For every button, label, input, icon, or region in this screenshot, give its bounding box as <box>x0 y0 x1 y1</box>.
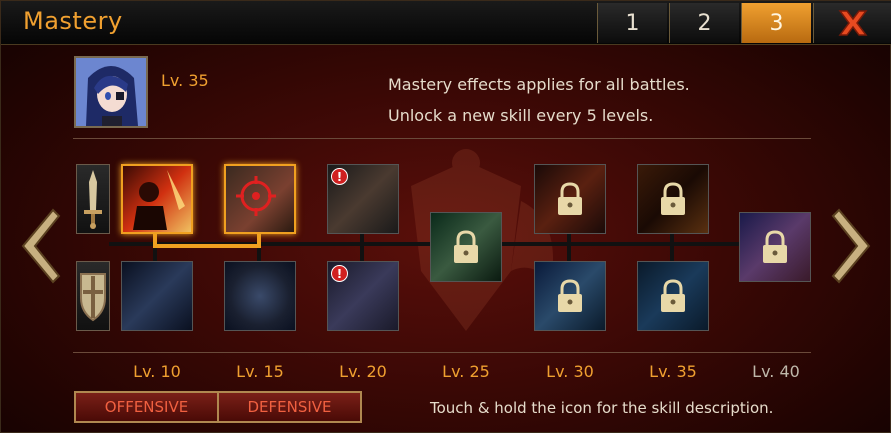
mode-toggle: OFFENSIVE DEFENSIVE <box>74 391 362 423</box>
level-label: Lv. 30 <box>546 362 594 381</box>
skill-locked-top-lv35[interactable] <box>637 164 709 234</box>
level-label: Lv. 10 <box>133 362 181 381</box>
skill-bottom-lv10[interactable] <box>121 261 193 331</box>
skill-locked-lv40[interactable] <box>739 212 811 282</box>
connector <box>567 234 571 262</box>
connector <box>670 234 674 262</box>
new-skill-alert-icon: ! <box>331 265 348 282</box>
new-skill-alert-icon: ! <box>331 168 348 185</box>
defensive-button[interactable]: DEFENSIVE <box>217 393 360 421</box>
lock-icon <box>661 279 685 312</box>
skill-bottom-lv15[interactable] <box>224 261 296 331</box>
level-label: Lv. 20 <box>339 362 387 381</box>
hint-text: Touch & hold the icon for the skill desc… <box>430 399 774 417</box>
lock-icon <box>454 230 478 263</box>
selected-path <box>153 244 261 248</box>
skill-top-lv15[interactable] <box>224 164 296 234</box>
offensive-row-icon <box>76 164 110 234</box>
tab-3[interactable]: 3 <box>741 3 811 43</box>
tab-2[interactable]: 2 <box>669 3 739 43</box>
defensive-row-icon <box>76 261 110 331</box>
tab-1[interactable]: 1 <box>597 3 667 43</box>
skill-bottom-lv20[interactable]: ! <box>327 261 399 331</box>
character-level: Lv. 35 <box>161 71 209 90</box>
shield-icon <box>80 273 106 322</box>
skill-top-lv20[interactable]: ! <box>327 164 399 234</box>
left-arrow-icon[interactable] <box>15 206 61 286</box>
window-title: Mastery <box>23 7 123 35</box>
title-bar: Mastery 1 2 3 <box>1 1 891 45</box>
divider-bottom <box>73 352 811 353</box>
skill-top-lv10[interactable] <box>121 164 193 234</box>
right-arrow-icon[interactable] <box>831 206 877 286</box>
info-line-1: Mastery effects applies for all battles. <box>388 75 690 94</box>
skill-locked-bottom-lv35[interactable] <box>637 261 709 331</box>
level-label: Lv. 35 <box>649 362 697 381</box>
level-label: Lv. 40 <box>752 362 800 381</box>
lock-icon <box>558 279 582 312</box>
close-button[interactable] <box>813 3 891 43</box>
character-portrait <box>74 56 148 128</box>
level-label: Lv. 15 <box>236 362 284 381</box>
lock-icon <box>661 182 685 215</box>
close-icon <box>838 10 867 36</box>
info-line-2: Unlock a new skill every 5 levels. <box>388 106 654 125</box>
skill-locked-lv25[interactable] <box>430 212 502 282</box>
lock-icon <box>558 182 582 215</box>
divider-top <box>73 138 811 139</box>
sword-icon <box>84 170 102 229</box>
offensive-button[interactable]: OFFENSIVE <box>76 393 217 421</box>
level-label: Lv. 25 <box>442 362 490 381</box>
skill-locked-bottom-lv30[interactable] <box>534 261 606 331</box>
mastery-window: Mastery 1 2 3 Lv. 35 Mastery effects app… <box>0 0 891 433</box>
lock-icon <box>763 230 787 263</box>
skill-locked-top-lv30[interactable] <box>534 164 606 234</box>
connector <box>360 234 364 262</box>
